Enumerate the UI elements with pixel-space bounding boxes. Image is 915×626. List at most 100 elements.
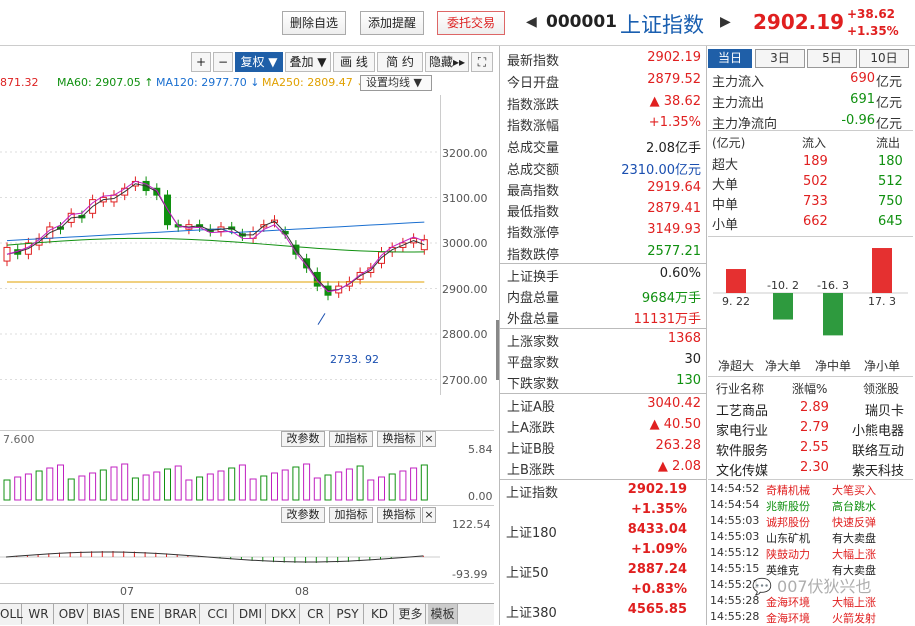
quote-row: 上B涨跌 ▲ 2.08 — [503, 457, 703, 478]
quote-row: 平盘家数 30 — [503, 350, 703, 371]
quote-row: 总成交量 2.08亿手 — [503, 135, 703, 156]
volume-chart[interactable] — [0, 455, 440, 505]
volume-bar — [131, 477, 139, 501]
modify-params-button[interactable]: 改参数 — [281, 431, 325, 447]
volume-bar — [420, 464, 428, 501]
quote-label: 内盘总量 — [507, 291, 560, 306]
quote-value: 30 — [684, 352, 701, 367]
tick-action: 有大卖盘 — [832, 532, 876, 545]
indicator-tab[interactable]: CCI — [202, 604, 234, 624]
indicator-tab[interactable]: CR — [302, 604, 330, 624]
quote-label: 最低指数 — [507, 205, 560, 220]
period-tab[interactable]: 10日 — [859, 49, 909, 68]
indicator-tab[interactable]: DMI — [236, 604, 266, 624]
volume-bar — [121, 463, 129, 501]
industry-leader[interactable]: 联络互动 — [844, 440, 904, 459]
add-indicator-button[interactable]: 加指标 — [329, 507, 373, 523]
tick-row[interactable]: 14:54:52 奇精机械 大笔买入 — [708, 482, 913, 498]
zoom-out-button[interactable]: − — [213, 52, 233, 72]
volume-bar — [356, 465, 364, 501]
volume-bar — [367, 479, 375, 501]
indicator-tab[interactable]: BIAS — [90, 604, 124, 624]
indicator-tab[interactable]: 模板 — [428, 604, 458, 624]
quote-value: ▲ 2.08 — [657, 459, 701, 474]
simple-mode-button[interactable]: 简 约 — [377, 52, 423, 72]
tick-row[interactable]: 14:55:03 诚邦股份 快速反弹 — [708, 514, 913, 530]
industry-leader[interactable]: 紫天科技 — [844, 460, 904, 479]
overlay-dropdown[interactable]: 叠加 ▼ — [285, 52, 331, 72]
hide-button[interactable]: 隐藏▸▸ — [425, 52, 469, 72]
tick-row[interactable]: 14:55:12 陕鼓动力 大幅上涨 — [708, 546, 913, 562]
quote-label: 上B涨跌 — [507, 463, 555, 478]
industry-pct: 2.89 — [800, 400, 829, 415]
indicator-tab[interactable]: 更多 — [396, 604, 426, 624]
fullscreen-icon[interactable]: ⛶ — [471, 52, 493, 72]
flow-out: 645 — [878, 214, 903, 229]
index-name[interactable]: 上证50 — [506, 562, 549, 581]
net-bar-category: 净超大 — [718, 358, 754, 373]
quote-label: 指数涨停 — [507, 226, 560, 241]
indicator-tab[interactable]: DKX — [268, 604, 300, 624]
swap-indicator-button[interactable]: 换指标 — [377, 507, 421, 523]
macd-y-tick: 122.54 — [452, 518, 491, 531]
set-ma-dropdown[interactable]: 设置均线 ▼ — [360, 75, 432, 91]
modify-params-button[interactable]: 改参数 — [281, 507, 325, 523]
industry-leader[interactable]: 小熊电器 — [844, 420, 904, 439]
quote-value: 2577.21 — [647, 244, 701, 259]
stock-code: 000001 — [546, 12, 617, 32]
add-alert-button[interactable]: 添加提醒 — [360, 11, 424, 35]
period-tab[interactable]: 3日 — [755, 49, 805, 68]
quote-label: 上涨家数 — [507, 335, 560, 350]
index-name[interactable]: 上证380 — [506, 602, 557, 621]
indicator-tab[interactable]: BRAR — [162, 604, 200, 624]
stock-name: 上证指数 — [620, 13, 704, 37]
x-month: 07 — [120, 585, 134, 598]
close-panel-icon[interactable]: × — [422, 507, 436, 523]
zoom-in-button[interactable]: + — [191, 52, 211, 72]
trade-button[interactable]: 委托交易 — [437, 11, 505, 35]
volume-bar — [185, 479, 193, 501]
prev-stock-icon[interactable]: ◀ — [526, 14, 537, 30]
volume-bar — [260, 475, 268, 501]
indicator-tab[interactable]: WR — [24, 604, 54, 624]
volume-bar — [324, 474, 332, 501]
tick-row[interactable]: 14:54:54 兆新股份 高台跳水 — [708, 498, 913, 514]
delete-favorite-button[interactable]: 删除自选 — [282, 11, 346, 35]
add-indicator-button[interactable]: 加指标 — [329, 431, 373, 447]
indicator-tab[interactable]: OLL — [0, 604, 23, 624]
adjust-dropdown[interactable]: 复权 ▼ — [235, 52, 283, 72]
kline-chart[interactable] — [0, 95, 440, 395]
close-panel-icon[interactable]: × — [422, 431, 436, 447]
index-pct: +1.09% — [631, 542, 687, 557]
industry-leader[interactable]: 瑞贝卡 — [844, 400, 904, 419]
industry-name[interactable]: 家电行业 — [716, 420, 768, 439]
tick-time: 14:55:03 — [710, 530, 760, 543]
next-stock-icon[interactable]: ▶ — [720, 14, 731, 30]
tick-row[interactable]: 14:55:28 金海环境 火箭发射 — [708, 610, 913, 626]
draw-line-button[interactable]: 画 线 — [333, 52, 375, 72]
flow-table-header: 流出 — [876, 136, 901, 150]
y-tick: 3200.00 — [442, 147, 488, 160]
indicator-tabbar: OLL WR OBV BIAS ENE BRAR CCI DMI DKX CR PSY KD 更多 模板 — [0, 603, 494, 625]
industry-name[interactable]: 文化传媒 — [716, 460, 768, 479]
index-name[interactable]: 上证指数 — [506, 482, 558, 501]
period-tab[interactable]: 当日 — [708, 49, 752, 68]
swap-indicator-button[interactable]: 换指标 — [377, 431, 421, 447]
period-tab[interactable]: 5日 — [807, 49, 857, 68]
indicator-tab[interactable]: PSY — [332, 604, 364, 624]
tick-row[interactable]: 14:55:03 山东矿机 有大卖盘 — [708, 530, 913, 546]
flow-divider — [708, 479, 913, 480]
flow-row-label: 中单 — [712, 198, 739, 213]
watermark-text: 007伏狄兴也 — [777, 577, 872, 596]
quote-row: 最低指数 2879.41 — [503, 199, 703, 220]
dropdown-arrow-icon: ▼ — [313, 55, 327, 69]
tick-action: 高台跳水 — [832, 500, 876, 513]
indicator-tab[interactable]: OBV — [56, 604, 88, 624]
indicator-tab[interactable]: ENE — [126, 604, 160, 624]
industry-name[interactable]: 软件服务 — [716, 440, 768, 459]
indicator-tab[interactable]: KD — [366, 604, 394, 624]
index-name[interactable]: 上证180 — [506, 522, 557, 541]
industry-name[interactable]: 工艺商品 — [716, 400, 768, 419]
y-tick: 2700.00 — [442, 374, 488, 387]
macd-chart[interactable] — [0, 525, 440, 580]
